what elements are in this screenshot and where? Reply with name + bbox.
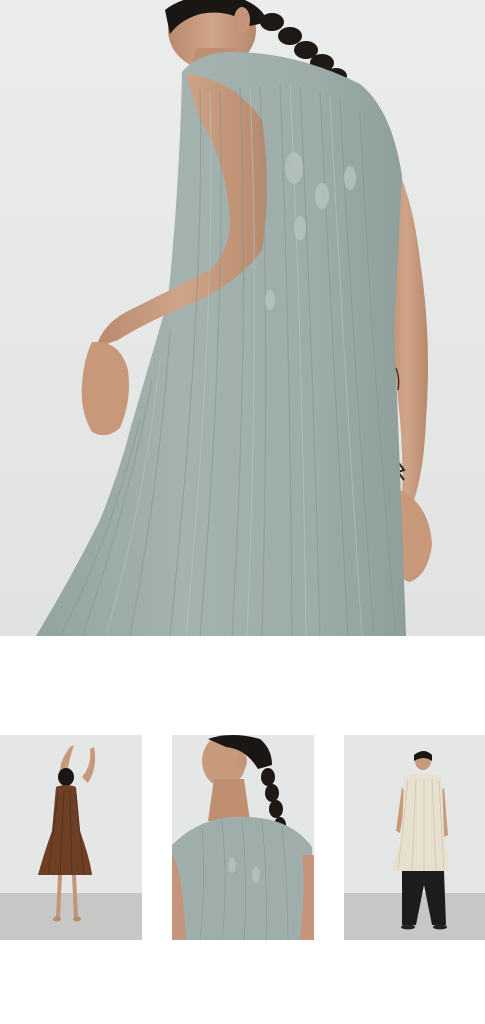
thumbnail-3-illustration [344, 735, 485, 940]
main-product-image[interactable] [0, 0, 485, 636]
thumbnail-1[interactable] [0, 735, 142, 940]
thumbnail-2[interactable] [172, 735, 314, 940]
thumbnail-strip [0, 735, 485, 940]
thumbnail-3[interactable] [344, 735, 485, 940]
product-gallery [0, 0, 485, 1024]
thumbnail-2-illustration [172, 735, 314, 940]
main-image-illustration [0, 0, 485, 636]
thumbnail-1-illustration [0, 735, 142, 940]
